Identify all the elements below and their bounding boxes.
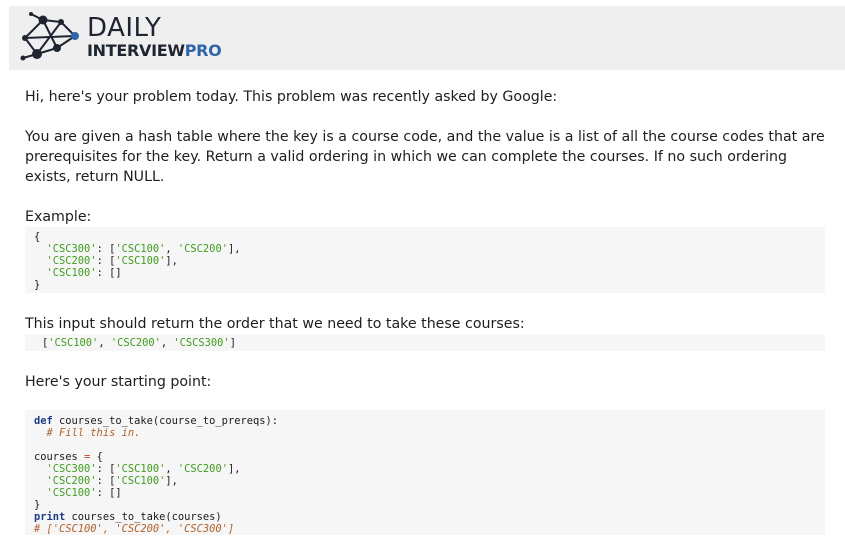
network-nodes-icon xyxy=(20,12,79,61)
code-brace-close: } xyxy=(34,279,41,291)
code-key: 'CSC300' xyxy=(46,463,97,475)
code-item: 'CSC100' xyxy=(48,337,99,349)
code-item: 'CSC100' xyxy=(115,463,166,475)
code-print-call: courses_to_take(courses) xyxy=(65,511,222,523)
example-code-block: { 'CSC300': ['CSC100', 'CSC200'], 'CSC20… xyxy=(25,227,825,293)
code-sep: : [ xyxy=(96,463,116,475)
intro-text: Hi, here's your problem today. This prob… xyxy=(25,89,558,105)
starting-point-label: Here's your starting point: xyxy=(25,374,212,390)
logo-text-interview: INTERVIEW xyxy=(87,41,185,60)
code-sep: : [] xyxy=(96,487,122,499)
logo-text-pro: PRO xyxy=(184,41,222,60)
code-item: 'CSC200' xyxy=(177,243,228,255)
code-key: 'CSC100' xyxy=(46,267,97,279)
code-var-courses: courses xyxy=(34,451,85,463)
code-comment-result: # ['CSC100', 'CSC200', 'CSC300'] xyxy=(34,523,235,535)
code-sep: : [ xyxy=(96,243,116,255)
code-brace-close: } xyxy=(34,499,41,511)
starter-code-block: def courses_to_take(course_to_prereqs): … xyxy=(25,410,825,535)
code-item: 'CSC100' xyxy=(115,255,166,267)
code-comment-fill: # Fill this in. xyxy=(46,427,141,439)
order-label: This input should return the order that … xyxy=(25,316,525,332)
code-sep: : [] xyxy=(96,267,122,279)
example-label: Example: xyxy=(25,209,92,225)
code-keyword-print: print xyxy=(34,511,66,523)
header-banner: DAILY INTERVIEWPRO xyxy=(9,6,845,70)
code-item: 'CSC200' xyxy=(177,463,228,475)
code-key: 'CSC200' xyxy=(46,255,97,267)
code-end: ], xyxy=(165,255,178,267)
logo-text-daily: DAILY xyxy=(87,13,162,43)
code-item: 'CSC200' xyxy=(110,337,161,349)
problem-description: You are given a hash table where the key… xyxy=(25,129,825,185)
logo-text-interviewpro: INTERVIEWPRO xyxy=(87,41,222,60)
code-bracket-close: ] xyxy=(229,337,236,349)
order-code-block: ['CSC100', 'CSC200', 'CSCS300'] xyxy=(25,334,825,351)
code-key: 'CSC300' xyxy=(46,243,97,255)
code-brace-open: { xyxy=(90,451,103,463)
code-key: 'CSC200' xyxy=(46,475,97,487)
code-end: ], xyxy=(227,243,241,255)
code-brace-open: { xyxy=(34,231,41,243)
code-end: ], xyxy=(227,463,241,475)
code-item: 'CSC100' xyxy=(115,475,166,487)
code-item: 'CSC100' xyxy=(115,243,166,255)
code-key: 'CSC100' xyxy=(46,487,97,499)
code-sep: : [ xyxy=(96,255,116,267)
code-sep: : [ xyxy=(96,475,116,487)
code-keyword-def: def xyxy=(34,415,53,427)
code-end: ], xyxy=(165,475,178,487)
daily-interview-pro-logo[interactable]: DAILY INTERVIEWPRO xyxy=(17,12,222,64)
code-item: 'CSCS300' xyxy=(173,337,230,349)
code-signature: courses_to_take(course_to_prereqs): xyxy=(52,415,278,427)
